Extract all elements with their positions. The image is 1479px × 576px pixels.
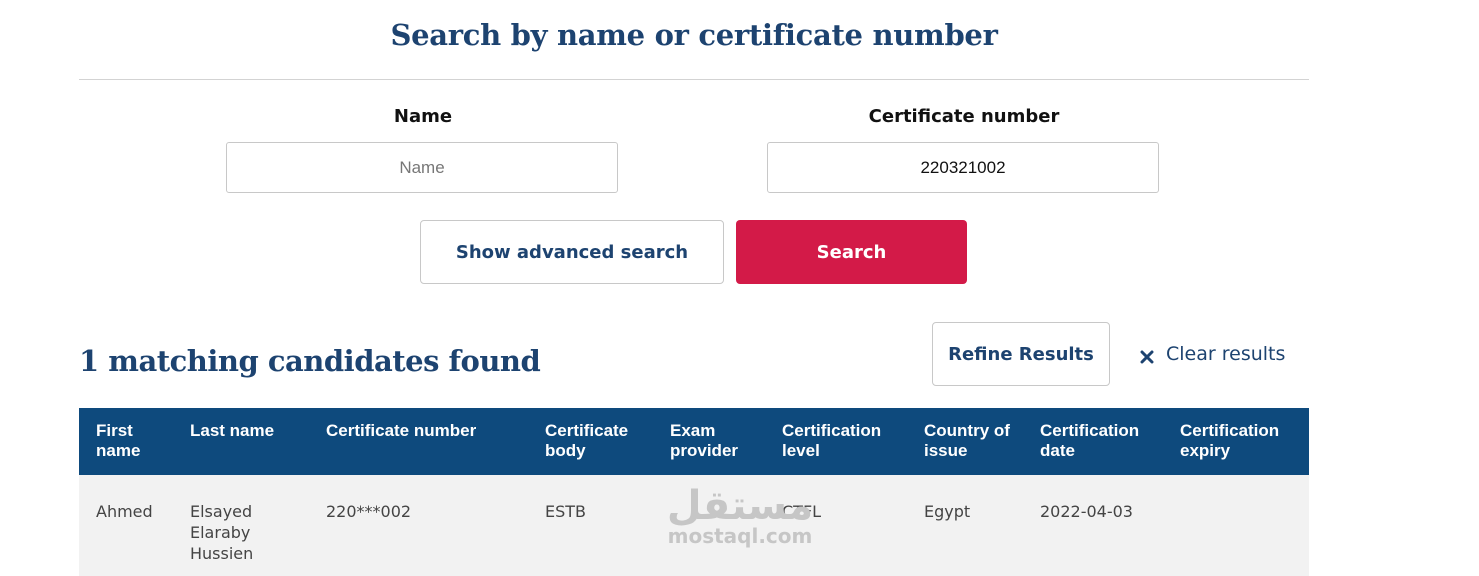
cell-first-name: Ahmed [96,502,153,521]
show-advanced-search-button[interactable]: Show advanced search [420,220,724,284]
cell-certificate-body: ESTB [545,502,587,521]
column-header-certification-expiry: Certification expiry [1180,421,1280,460]
name-input[interactable] [226,142,618,193]
cell-country-of-issue: Egypt [924,502,971,521]
column-header-certification-level: Certification level [782,421,882,460]
results-table: First name Last name Certificate number Cer… [79,408,1309,576]
column-header-country-of-issue: Country of issue [924,421,1010,460]
cell-certificate-number: 220***002 [326,502,412,521]
certificate-number-label: Certificate number [868,106,1060,127]
clear-results-link[interactable]: Clear results [1140,342,1285,366]
column-header-exam-provider: Exam provider [670,421,739,460]
search-button[interactable]: Search [736,220,967,284]
close-icon [1140,347,1154,364]
column-header-first-name: First name [96,421,141,460]
table-row: Ahmed Elsayed Elaraby Hussien 220***002 EST… [79,475,1309,576]
refine-results-button[interactable]: Refine Results [932,322,1110,386]
clear-results-label: Clear results [1166,343,1286,365]
name-label: Name [393,106,453,127]
column-header-certificate-number: Certificate number [326,421,477,440]
cell-last-name: Elsayed Elaraby Hussien [190,502,254,563]
column-header-certificate-body: Certificate body [545,421,629,460]
column-header-last-name: Last name [190,421,275,440]
certificate-number-input[interactable] [767,142,1159,193]
results-heading: 1 matching candidates found [79,344,541,378]
cell-certification-level: CTFL [782,502,822,521]
page-title: Search by name or certificate number [390,18,998,52]
table-header: First name Last name Certificate number Cer… [79,408,1309,475]
cell-certification-date: 2022-04-03 [1040,502,1133,521]
divider [79,79,1309,80]
column-header-certification-date: Certification date [1040,421,1140,460]
